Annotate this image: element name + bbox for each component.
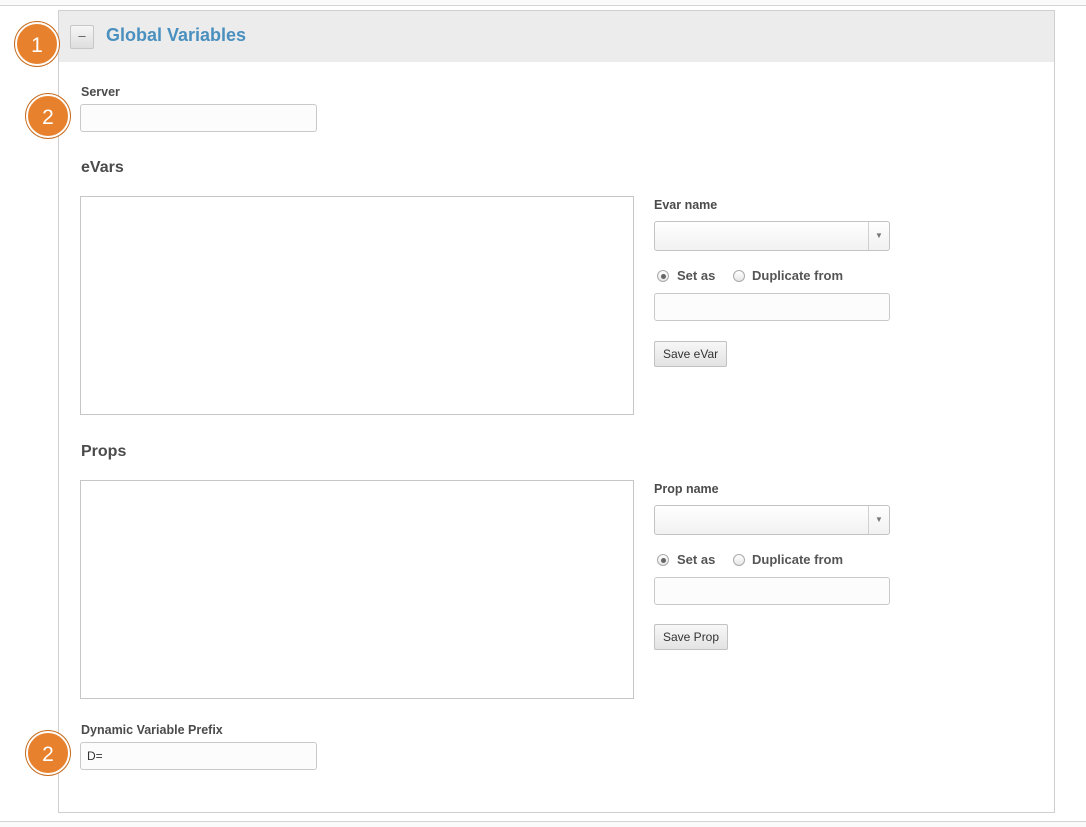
evars-list[interactable] (80, 196, 634, 415)
callout-badge: 2 (26, 94, 70, 138)
evar-value-input[interactable] (654, 293, 890, 321)
evar-mode-radios: Set as Duplicate from (656, 268, 896, 286)
dynamic-prefix-label: Dynamic Variable Prefix (81, 723, 223, 737)
bottom-border (0, 821, 1086, 827)
top-border (0, 0, 1086, 6)
callout-badge: 2 (26, 731, 70, 775)
save-evar-button[interactable]: Save eVar (654, 341, 728, 367)
chevron-down-icon: ▼ (868, 506, 889, 534)
prop-name-select[interactable]: ▼ (654, 505, 890, 535)
prop-mode-radios: Set as Duplicate from (656, 552, 896, 570)
panel-header: – Global Variables (59, 11, 1054, 62)
evar-set-as-label: Set as (677, 268, 716, 283)
prop-duplicate-radio[interactable] (733, 554, 745, 566)
callout-badge: 1 (15, 22, 59, 66)
prop-duplicate-label: Duplicate from (752, 552, 844, 567)
save-prop-button[interactable]: Save Prop (654, 624, 729, 650)
evar-name-select[interactable]: ▼ (654, 221, 890, 251)
evar-set-as-radio[interactable] (657, 270, 669, 282)
dynamic-prefix-input[interactable]: D= (80, 742, 317, 770)
evar-duplicate-radio[interactable] (733, 270, 745, 282)
panel-title[interactable]: Global Variables (106, 25, 246, 46)
evar-name-label: Evar name (654, 198, 718, 212)
props-section-title: Props (81, 443, 127, 460)
prop-set-as-label: Set as (677, 552, 716, 567)
prop-set-as-radio[interactable] (657, 554, 669, 566)
evar-duplicate-label: Duplicate from (752, 268, 844, 283)
evars-section-title: eVars (81, 159, 124, 176)
props-list[interactable] (80, 480, 634, 699)
server-label: Server (81, 85, 120, 99)
chevron-down-icon: ▼ (868, 222, 889, 250)
prop-value-input[interactable] (654, 577, 890, 605)
server-input[interactable] (80, 104, 317, 132)
prop-name-label: Prop name (654, 482, 719, 496)
collapse-button[interactable]: – (70, 25, 94, 49)
